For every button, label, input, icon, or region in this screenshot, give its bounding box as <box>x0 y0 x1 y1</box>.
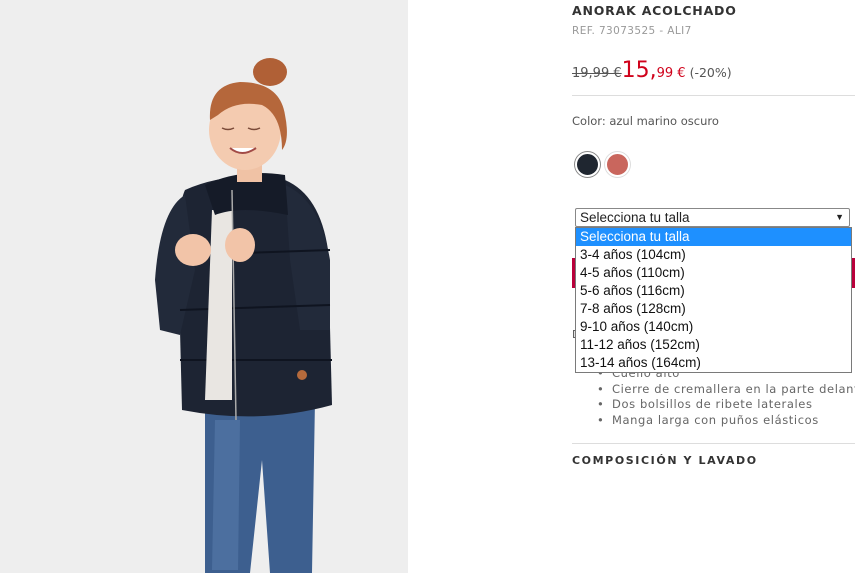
size-option[interactable]: 13-14 años (164cm) <box>576 354 851 372</box>
color-swatch-pink[interactable] <box>605 152 630 177</box>
discount-badge: (-20%) <box>689 65 732 80</box>
size-select-value: Selecciona tu talla <box>580 210 690 225</box>
size-option[interactable]: 7-8 años (128cm) <box>576 300 851 318</box>
product-photo[interactable] <box>0 0 408 573</box>
size-option[interactable]: 3-4 años (104cm) <box>576 246 851 264</box>
size-select[interactable]: Selecciona tu talla ▼ <box>575 208 850 227</box>
size-option[interactable]: 11-12 años (152cm) <box>576 336 851 354</box>
girl-in-jacket-image <box>155 58 332 573</box>
size-option[interactable]: 5-6 años (116cm) <box>576 282 851 300</box>
list-item: Manga larga con puños elásticos <box>594 413 855 429</box>
size-option[interactable]: 4-5 años (110cm) <box>576 264 851 282</box>
composition-section-toggle[interactable]: COMPOSICIÓN Y LAVADO <box>572 454 758 467</box>
new-price-integer: 15, <box>621 58 657 83</box>
product-ref: REF. 73073525 - ALI7 <box>572 25 692 37</box>
chevron-down-icon: ▼ <box>835 212 844 222</box>
size-option[interactable]: 9-10 años (140cm) <box>576 318 851 336</box>
price-row: 19,99 €15,99 € (-20%) <box>572 58 732 86</box>
old-price: 19,99 € <box>572 66 622 81</box>
new-price-decimal: 99 € <box>656 66 686 81</box>
size-option[interactable]: Selecciona tu talla <box>576 228 851 246</box>
list-item: Dos bolsillos de ribete laterales <box>594 397 855 413</box>
list-item: Cierre de cremallera en la parte delante… <box>594 382 855 398</box>
color-label: Color: azul marino oscuro <box>572 114 719 128</box>
product-info: ANORAK ACOLCHADO REF. 73073525 - ALI7 19… <box>572 0 855 573</box>
size-dropdown: Selecciona tu talla 3-4 años (104cm) 4-5… <box>575 227 852 373</box>
divider <box>572 95 855 96</box>
color-swatch-navy[interactable] <box>575 152 600 177</box>
divider <box>572 443 855 444</box>
product-title: ANORAK ACOLCHADO <box>572 3 737 18</box>
feature-list: Cuello alto Cierre de cremallera en la p… <box>594 366 855 428</box>
